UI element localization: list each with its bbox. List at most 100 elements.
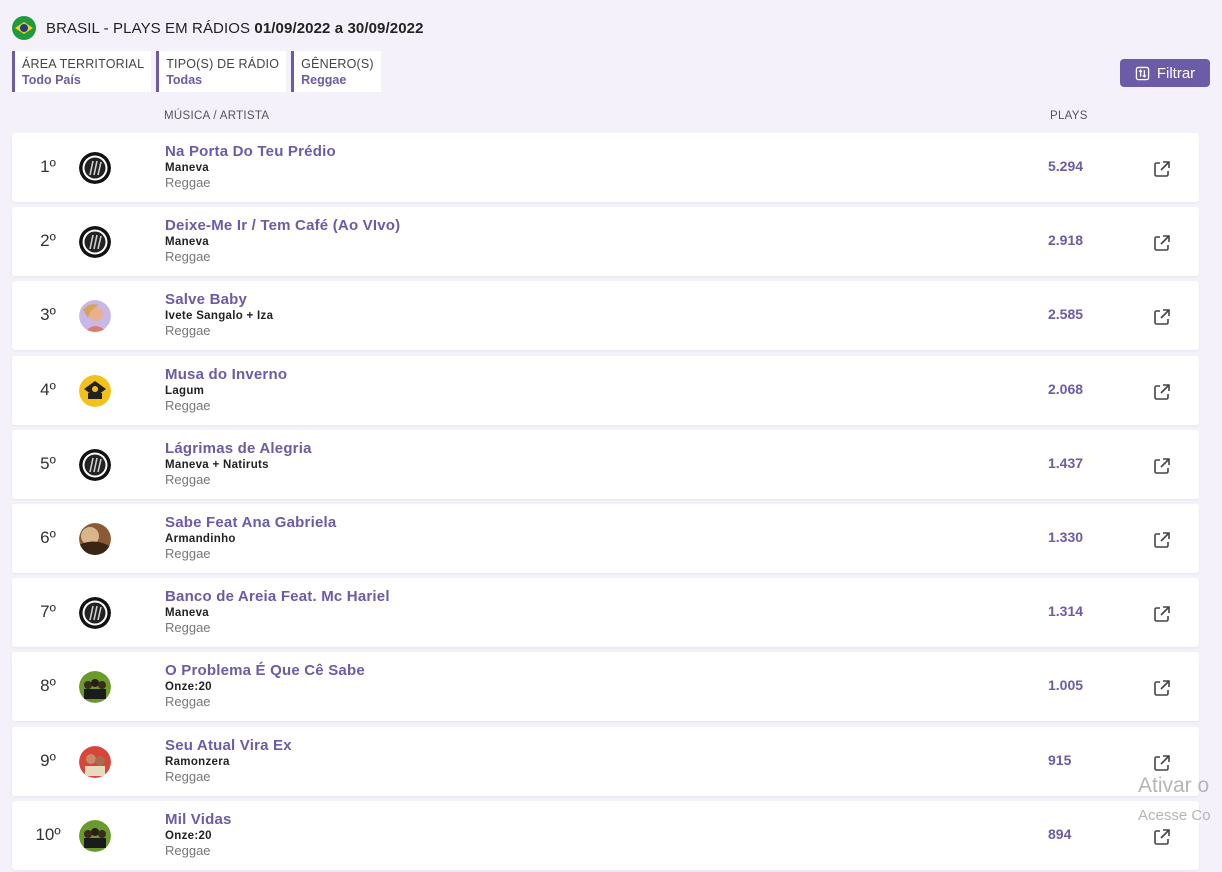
song-title[interactable]: O Problema É Que Cê Sabe bbox=[165, 662, 365, 680]
ranking-row[interactable]: 7º Banco de Areia Feat. Mc Hariel Maneva… bbox=[12, 578, 1199, 648]
chip-value: Todas bbox=[166, 72, 203, 87]
genre-label: Reggae bbox=[165, 768, 211, 784]
ranking-row[interactable]: 10º Mil Vidas Onze:20 Reggae 894 bbox=[12, 800, 1199, 870]
chip-label: TIPO(S) DE RÁDIO bbox=[166, 56, 280, 71]
artist-name: Onze:20 bbox=[165, 681, 212, 694]
external-link-icon[interactable] bbox=[1152, 382, 1172, 402]
artist-avatar bbox=[79, 522, 111, 555]
song-info: Sabe Feat Ana Gabriela Armandinho Reggae bbox=[165, 514, 336, 562]
song-title[interactable]: Banco de Areia Feat. Mc Hariel bbox=[165, 588, 390, 606]
external-link-icon[interactable] bbox=[1152, 530, 1172, 550]
external-link-icon[interactable] bbox=[1152, 604, 1172, 624]
external-link-icon[interactable] bbox=[1152, 827, 1172, 847]
song-title[interactable]: Salve Baby bbox=[165, 291, 273, 309]
ranking-row[interactable]: 2º Deixe-Me Ir / Tem Café (Ao VIvo) Mane… bbox=[12, 207, 1199, 277]
filter-chips: ÁREA TERRITORIAL Todo País TIPO(S) DE RÁ… bbox=[12, 51, 381, 92]
rank-position: 2º bbox=[40, 231, 56, 251]
chip-value: Todo País bbox=[22, 72, 81, 87]
song-info: Salve Baby Ivete Sangalo + Iza Reggae bbox=[165, 291, 273, 339]
genre-label: Reggae bbox=[165, 323, 211, 339]
filter-chip-radio-type[interactable]: TIPO(S) DE RÁDIO Todas bbox=[156, 51, 287, 92]
rank-position: 7º bbox=[40, 602, 56, 622]
song-info: Banco de Areia Feat. Mc Hariel Maneva Re… bbox=[165, 588, 390, 636]
genre-label: Reggae bbox=[165, 471, 211, 487]
ranking-list: 1º Na Porta Do Teu Prédio Maneva Reggae … bbox=[12, 133, 1199, 872]
external-link-icon[interactable] bbox=[1152, 307, 1172, 327]
song-title[interactable]: Mil Vidas bbox=[165, 811, 232, 829]
song-info: O Problema É Que Cê Sabe Onze:20 Reggae bbox=[165, 662, 365, 710]
ranking-row[interactable]: 4º Musa do Inverno Lagum Reggae 2.068 bbox=[12, 355, 1199, 425]
filter-sort-icon bbox=[1135, 66, 1150, 80]
song-title[interactable]: Deixe-Me Ir / Tem Café (Ao VIvo) bbox=[165, 217, 400, 235]
song-title[interactable]: Musa do Inverno bbox=[165, 366, 287, 384]
plays-count: 2.918 bbox=[1048, 232, 1084, 249]
filter-chip-territory[interactable]: ÁREA TERRITORIAL Todo País bbox=[12, 51, 152, 92]
song-info: Deixe-Me Ir / Tem Café (Ao VIvo) Maneva … bbox=[165, 217, 400, 265]
artist-name: Onze:20 bbox=[165, 829, 212, 842]
genre-label: Reggae bbox=[165, 175, 211, 190]
activation-watermark-line1: Ativar o bbox=[1138, 774, 1210, 797]
ranking-row[interactable]: 1º Na Porta Do Teu Prédio Maneva Reggae … bbox=[12, 133, 1199, 202]
filter-chip-genre[interactable]: GÊNERO(S) Reggae bbox=[291, 51, 381, 92]
rank-position: 9º bbox=[40, 750, 56, 770]
ranking-row[interactable]: 5º Lágrimas de Alegria Maneva + Natiruts… bbox=[12, 429, 1199, 499]
song-title[interactable]: Seu Atual Vira Ex bbox=[165, 737, 292, 755]
page-title: BRASIL - PLAYS EM RÁDIOS 01/09/2022 a 30… bbox=[46, 20, 424, 37]
ranking-row[interactable]: 3º Salve Baby Ivete Sangalo + Iza Reggae… bbox=[12, 281, 1199, 351]
plays-count: 5.294 bbox=[1048, 158, 1084, 174]
plays-count: 915 bbox=[1048, 751, 1072, 768]
artist-avatar bbox=[79, 152, 111, 184]
genre-label: Reggae bbox=[165, 694, 211, 710]
chip-value: Reggae bbox=[301, 72, 347, 87]
song-title[interactable]: Lágrimas de Alegria bbox=[165, 440, 312, 458]
ranking-row[interactable]: 6º Sabe Feat Ana Gabriela Armandinho Reg… bbox=[12, 503, 1199, 573]
plays-count: 894 bbox=[1048, 825, 1072, 842]
artist-avatar bbox=[79, 597, 111, 630]
plays-count: 2.585 bbox=[1048, 306, 1084, 323]
artist-name: Ramonzera bbox=[165, 755, 230, 768]
ranking-row[interactable]: 9º Seu Atual Vira Ex Ramonzera Reggae 91… bbox=[12, 726, 1199, 796]
column-header-plays: PLAYS bbox=[1050, 110, 1088, 122]
song-title[interactable]: Sabe Feat Ana Gabriela bbox=[165, 514, 336, 532]
filter-button[interactable]: Filtrar bbox=[1120, 59, 1210, 87]
rank-position: 6º bbox=[40, 527, 56, 547]
plays-count: 2.068 bbox=[1048, 380, 1084, 397]
external-link-icon[interactable] bbox=[1152, 159, 1172, 179]
artist-name: Maneva + Natiruts bbox=[165, 458, 269, 471]
artist-avatar bbox=[79, 374, 111, 407]
external-link-icon[interactable] bbox=[1152, 456, 1172, 476]
plays-count: 1.437 bbox=[1048, 454, 1084, 471]
artist-name: Maneva bbox=[165, 162, 209, 174]
rank-position: 4º bbox=[40, 379, 56, 399]
date-range: 01/09/2022 a 30/09/2022 bbox=[254, 19, 424, 37]
artist-name: Maneva bbox=[165, 607, 209, 620]
column-header-song-artist: MÚSICA / ARTISTA bbox=[164, 110, 270, 122]
artist-name: Ivete Sangalo + Iza bbox=[165, 310, 274, 323]
activation-watermark-line2: Acesse Co bbox=[1138, 807, 1211, 824]
header: BRASIL - PLAYS EM RÁDIOS 01/09/2022 a 30… bbox=[12, 16, 424, 40]
filter-button-label: Filtrar bbox=[1156, 64, 1196, 82]
song-title[interactable]: Na Porta Do Teu Prédio bbox=[165, 143, 336, 161]
external-link-icon[interactable] bbox=[1152, 233, 1172, 253]
artist-avatar bbox=[79, 226, 111, 259]
plays-count: 1.314 bbox=[1048, 603, 1084, 620]
ranking-row[interactable]: 8º O Problema É Que Cê Sabe Onze:20 Regg… bbox=[12, 652, 1199, 722]
external-link-icon[interactable] bbox=[1152, 753, 1172, 773]
rank-position: 1º bbox=[40, 157, 56, 176]
title-text: BRASIL - PLAYS EM RÁDIOS bbox=[46, 19, 251, 37]
song-info: Seu Atual Vira Ex Ramonzera Reggae bbox=[165, 737, 292, 785]
song-info: Na Porta Do Teu Prédio Maneva Reggae bbox=[165, 143, 336, 191]
external-link-icon[interactable] bbox=[1152, 678, 1172, 698]
rank-position: 5º bbox=[40, 453, 56, 473]
chip-label: GÊNERO(S) bbox=[301, 56, 374, 71]
artist-avatar bbox=[79, 671, 111, 704]
plays-count: 1.330 bbox=[1048, 528, 1084, 545]
artist-name: Armandinho bbox=[165, 532, 236, 545]
artist-avatar bbox=[79, 448, 111, 481]
rank-position: 10º bbox=[35, 824, 61, 844]
chip-label: ÁREA TERRITORIAL bbox=[22, 56, 145, 71]
song-info: Lágrimas de Alegria Maneva + Natiruts Re… bbox=[165, 440, 312, 488]
song-info: Mil Vidas Onze:20 Reggae bbox=[165, 811, 232, 859]
rank-position: 8º bbox=[40, 676, 56, 696]
genre-label: Reggae bbox=[165, 842, 211, 858]
